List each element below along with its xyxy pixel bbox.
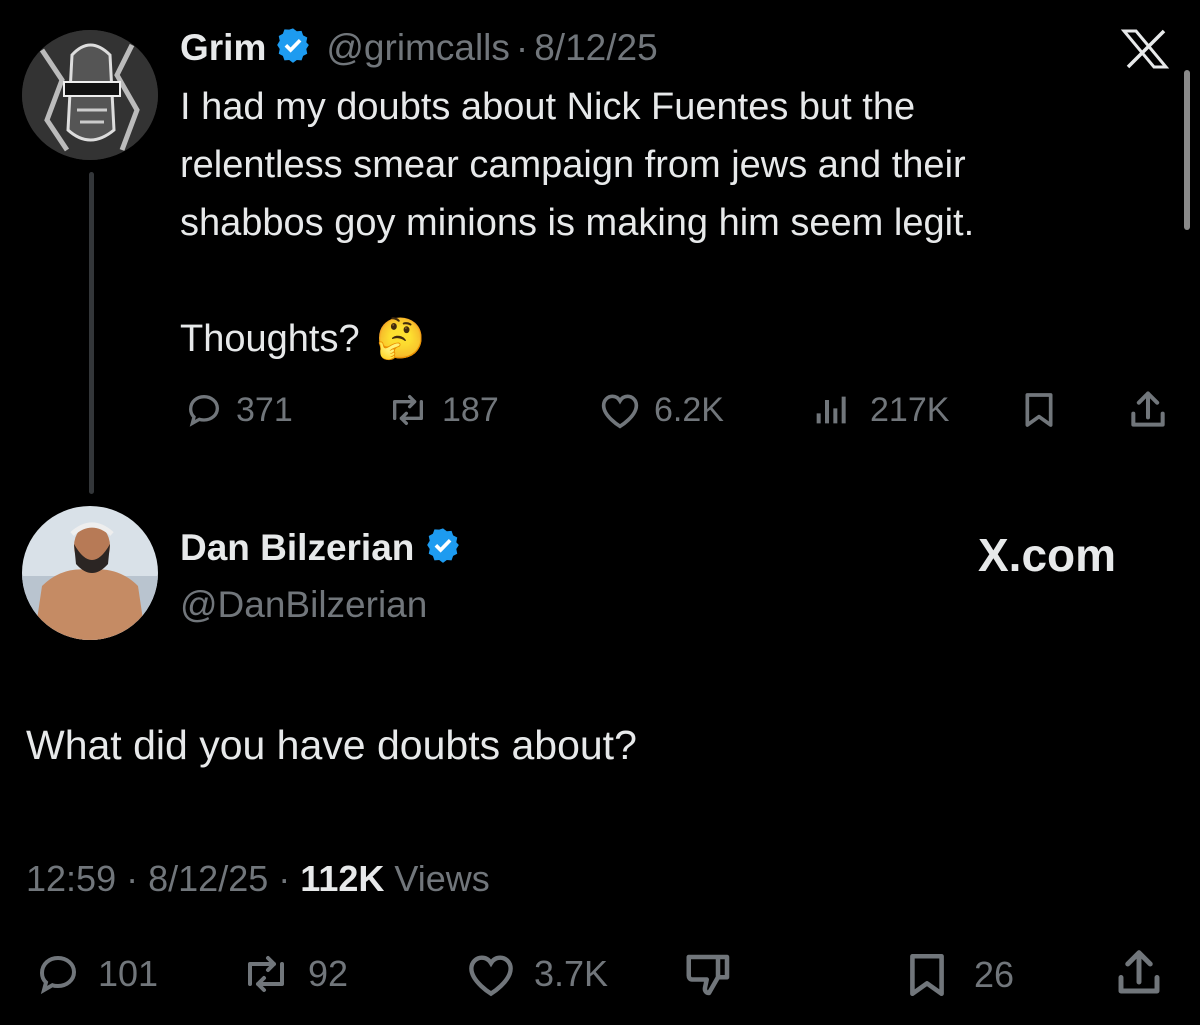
x-com-brand-label[interactable]: X.com [978,528,1116,582]
reply-icon [188,394,220,427]
bookmark-icon [1025,393,1053,427]
parent-views-button[interactable]: 217K [812,390,949,430]
reply-repost-button[interactable]: 92 [240,950,348,998]
parent-views-count: 217K [870,390,950,429]
parent-text-line-3: shabbos goy minions is making him seem l… [180,202,975,244]
dan-avatar[interactable] [22,506,158,640]
parent-text-line-2: relentless smear campaign from jews and … [180,144,966,186]
reply-author-name[interactable]: Dan Bilzerian [180,527,414,569]
like-icon [469,955,513,997]
reply-separator-1: · [126,858,139,899]
reply-handle[interactable]: @DanBilzerian [180,584,427,626]
parent-reply-count: 371 [236,390,293,429]
parent-text-followup: Thoughts? [180,318,360,360]
reply-icon [39,955,77,995]
parent-share-button[interactable] [1126,388,1170,432]
reply-header: Dan Bilzerian [180,526,462,569]
share-icon [1131,391,1165,427]
reply-date[interactable]: 8/12/25 [148,858,268,899]
reply-like-count: 3.7K [534,953,609,994]
parent-text-line-1: I had my doubts about Nick Fuentes but t… [180,86,916,128]
parent-date[interactable]: 8/12/25 [534,27,657,69]
reply-meta: 12:59 · 8/12/25 · 112K Views [26,858,490,900]
bookmark-icon [910,953,944,997]
verified-badge-icon [274,26,312,69]
thinking-face-emoji: 🤔 [375,317,426,361]
reply-views-label: Views [394,858,490,899]
parent-author-name[interactable]: Grim [180,27,266,69]
x-logo-icon[interactable] [1120,28,1170,75]
reply-repost-count: 92 [308,953,349,994]
parent-bookmark-button[interactable] [1020,390,1058,430]
reply-bookmark-count: 26 [974,954,1015,995]
parent-reply-button[interactable]: 371 [184,390,293,430]
like-icon [601,394,639,429]
reply-like-button[interactable]: 3.7K [464,950,608,998]
thread-connector-line [89,172,94,494]
parent-header: Grim @grimcalls · 8/12/25 [180,26,658,69]
parent-separator: · [515,26,529,68]
parent-like-count: 6.2K [654,390,724,429]
parent-like-button[interactable]: 6.2K [598,390,724,430]
reply-reply-button[interactable]: 101 [34,950,158,998]
verified-badge-icon [424,526,462,569]
repost-icon [392,395,423,425]
grim-avatar[interactable] [22,30,158,160]
reply-share-button[interactable] [1112,946,1166,1000]
reply-dislike-button[interactable] [682,950,736,1000]
reply-separator-2: · [278,858,291,899]
repost-icon [248,956,284,992]
dislike-icon [686,954,730,996]
reply-reply-count: 101 [98,953,159,994]
parent-repost-button[interactable]: 187 [386,390,499,430]
reply-bookmark-button[interactable]: 26 [904,950,1014,1000]
reply-views-count: 112K [300,858,385,899]
parent-repost-count: 187 [442,390,499,429]
scrollbar[interactable] [1184,70,1190,230]
share-icon [1118,950,1160,994]
parent-handle[interactable]: @grimcalls [326,27,510,69]
views-icon [816,396,846,424]
parent-tweet-text: I had my doubts about Nick Fuentes but t… [180,78,1170,368]
reply-time[interactable]: 12:59 [26,858,116,899]
reply-tweet-text: What did you have doubts about? [26,722,637,768]
